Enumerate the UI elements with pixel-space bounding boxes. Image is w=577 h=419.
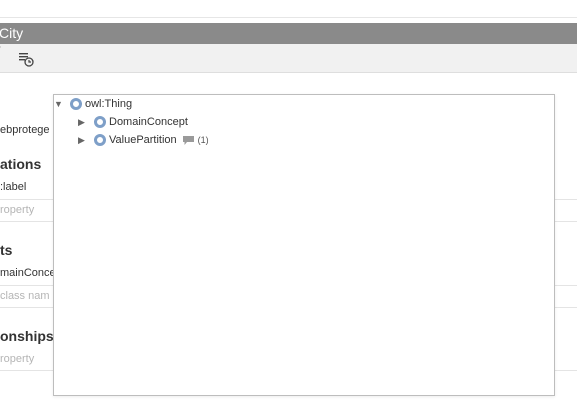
entity-title: City xyxy=(0,25,24,41)
class-hierarchy-popup: ▼ owl:Thing ▶ DomainConcept ▶ ValueParti… xyxy=(53,94,555,396)
annotations-heading: ations xyxy=(0,156,42,172)
cut-off-toolbar-icon[interactable]: ʾ xyxy=(0,46,4,57)
entity-toolbar: ʾ xyxy=(0,44,577,73)
entity-title-bar: City xyxy=(0,23,577,44)
app-page: City ʾ ebprotege ations :label roperty t… xyxy=(0,0,577,419)
triangle-right-icon[interactable]: ▶ xyxy=(78,135,88,145)
parents-heading: ts xyxy=(0,242,13,258)
tree-node-label[interactable]: ValuePartition xyxy=(109,134,177,146)
tree-node-domainconcept[interactable]: ▶ DomainConcept xyxy=(78,114,188,130)
tree-node-valuepartition[interactable]: ▶ ValuePartition (1) xyxy=(78,132,209,148)
top-divider xyxy=(0,17,577,18)
triangle-down-icon[interactable]: ▼ xyxy=(54,99,64,109)
annotation-property-input[interactable]: roperty xyxy=(0,204,34,216)
tree-node-label[interactable]: DomainConcept xyxy=(109,116,188,128)
comment-count[interactable]: (1) xyxy=(198,135,209,145)
triangle-right-icon[interactable]: ▶ xyxy=(78,117,88,127)
owl-class-icon xyxy=(70,98,82,110)
parent-class-value[interactable]: mainConce xyxy=(0,267,56,279)
iri-fragment-text: ebprotege xyxy=(0,124,50,136)
owl-class-icon xyxy=(94,116,106,128)
relationship-property-input[interactable]: roperty xyxy=(0,353,34,365)
annotation-property-label[interactable]: :label xyxy=(0,181,26,193)
tree-node-root[interactable]: ▼ owl:Thing xyxy=(54,96,132,112)
relationships-heading: onships xyxy=(0,328,54,344)
comment-icon[interactable] xyxy=(182,135,194,145)
history-list-icon[interactable] xyxy=(18,51,34,67)
owl-class-icon xyxy=(94,134,106,146)
parent-class-input[interactable]: class nam xyxy=(0,290,50,302)
tree-node-label[interactable]: owl:Thing xyxy=(85,98,132,110)
